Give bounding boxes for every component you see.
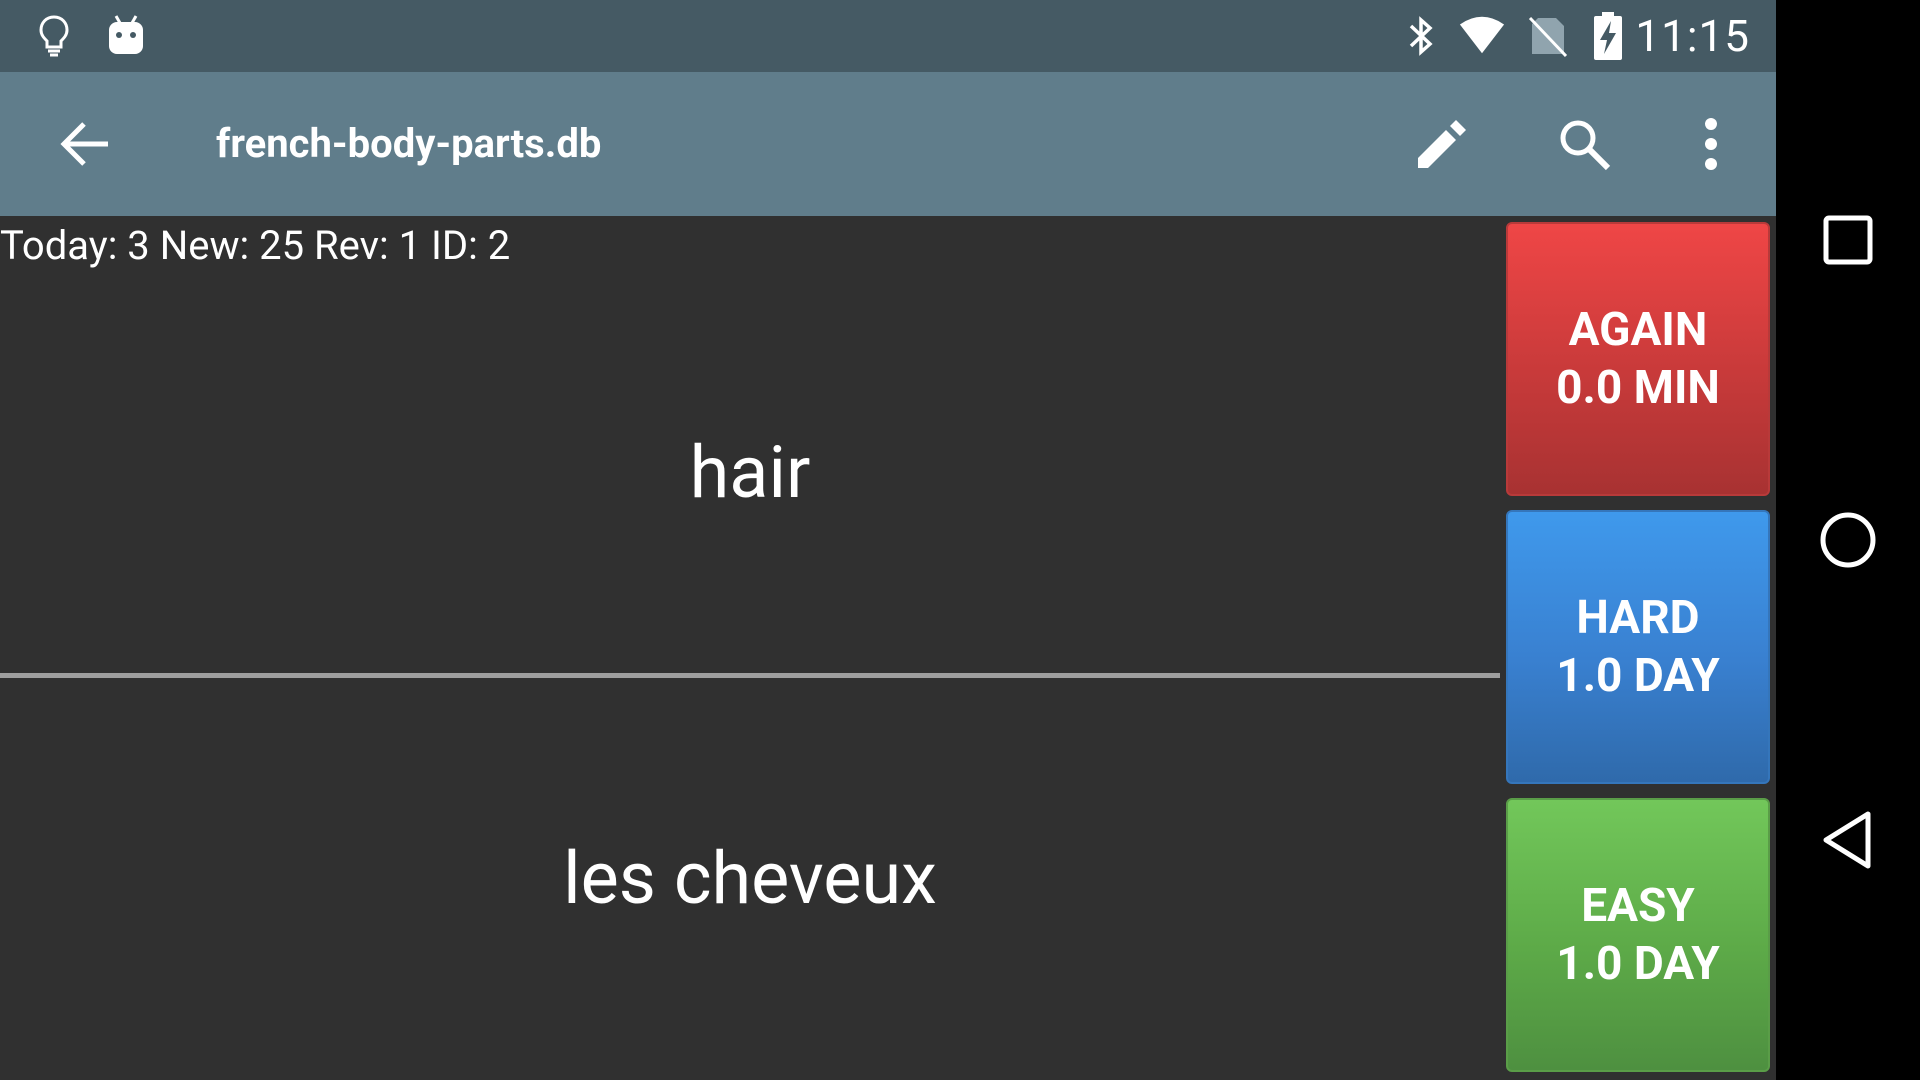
- pencil-icon[interactable]: [1404, 108, 1476, 180]
- again-label: AGAIN: [1568, 303, 1708, 357]
- card-counts: Today: 3 New: 25 Rev: 1 ID: 2: [0, 222, 511, 269]
- wifi-icon: [1458, 12, 1506, 60]
- easy-button[interactable]: EASY 1.0 DAY: [1506, 798, 1770, 1072]
- card-front-text: hair: [689, 430, 811, 515]
- bluetooth-icon: [1397, 12, 1445, 60]
- home-icon[interactable]: [1812, 504, 1884, 576]
- android-debug-icon: [102, 12, 150, 60]
- deck-title: french-body-parts.db: [216, 120, 602, 167]
- hard-interval: 1.0 DAY: [1556, 649, 1720, 703]
- card-back-text: les cheveux: [563, 836, 937, 921]
- more-vert-icon[interactable]: [1675, 108, 1747, 180]
- search-icon[interactable]: [1548, 108, 1620, 180]
- status-bar: 11:15: [0, 0, 1776, 72]
- back-icon[interactable]: [1812, 804, 1884, 876]
- system-nav-bar: [1776, 0, 1920, 1080]
- recents-icon[interactable]: [1812, 204, 1884, 276]
- reviewer-screen: 11:15 french-body-parts.db Today: 3 New:…: [0, 0, 1776, 1080]
- lightbulb-icon: [30, 12, 78, 60]
- easy-label: EASY: [1581, 879, 1695, 933]
- hard-label: HARD: [1576, 591, 1700, 645]
- again-interval: 0.0 MIN: [1556, 361, 1720, 415]
- easy-interval: 1.0 DAY: [1556, 937, 1720, 991]
- clock: 11:15: [1635, 10, 1750, 62]
- battery-charging-icon: [1584, 12, 1632, 60]
- no-sim-icon: [1524, 12, 1572, 60]
- again-button[interactable]: AGAIN 0.0 MIN: [1506, 222, 1770, 496]
- card-divider: [0, 673, 1500, 678]
- back-arrow-icon[interactable]: [48, 108, 120, 180]
- hard-button[interactable]: HARD 1.0 DAY: [1506, 510, 1770, 784]
- app-toolbar: french-body-parts.db: [0, 72, 1776, 216]
